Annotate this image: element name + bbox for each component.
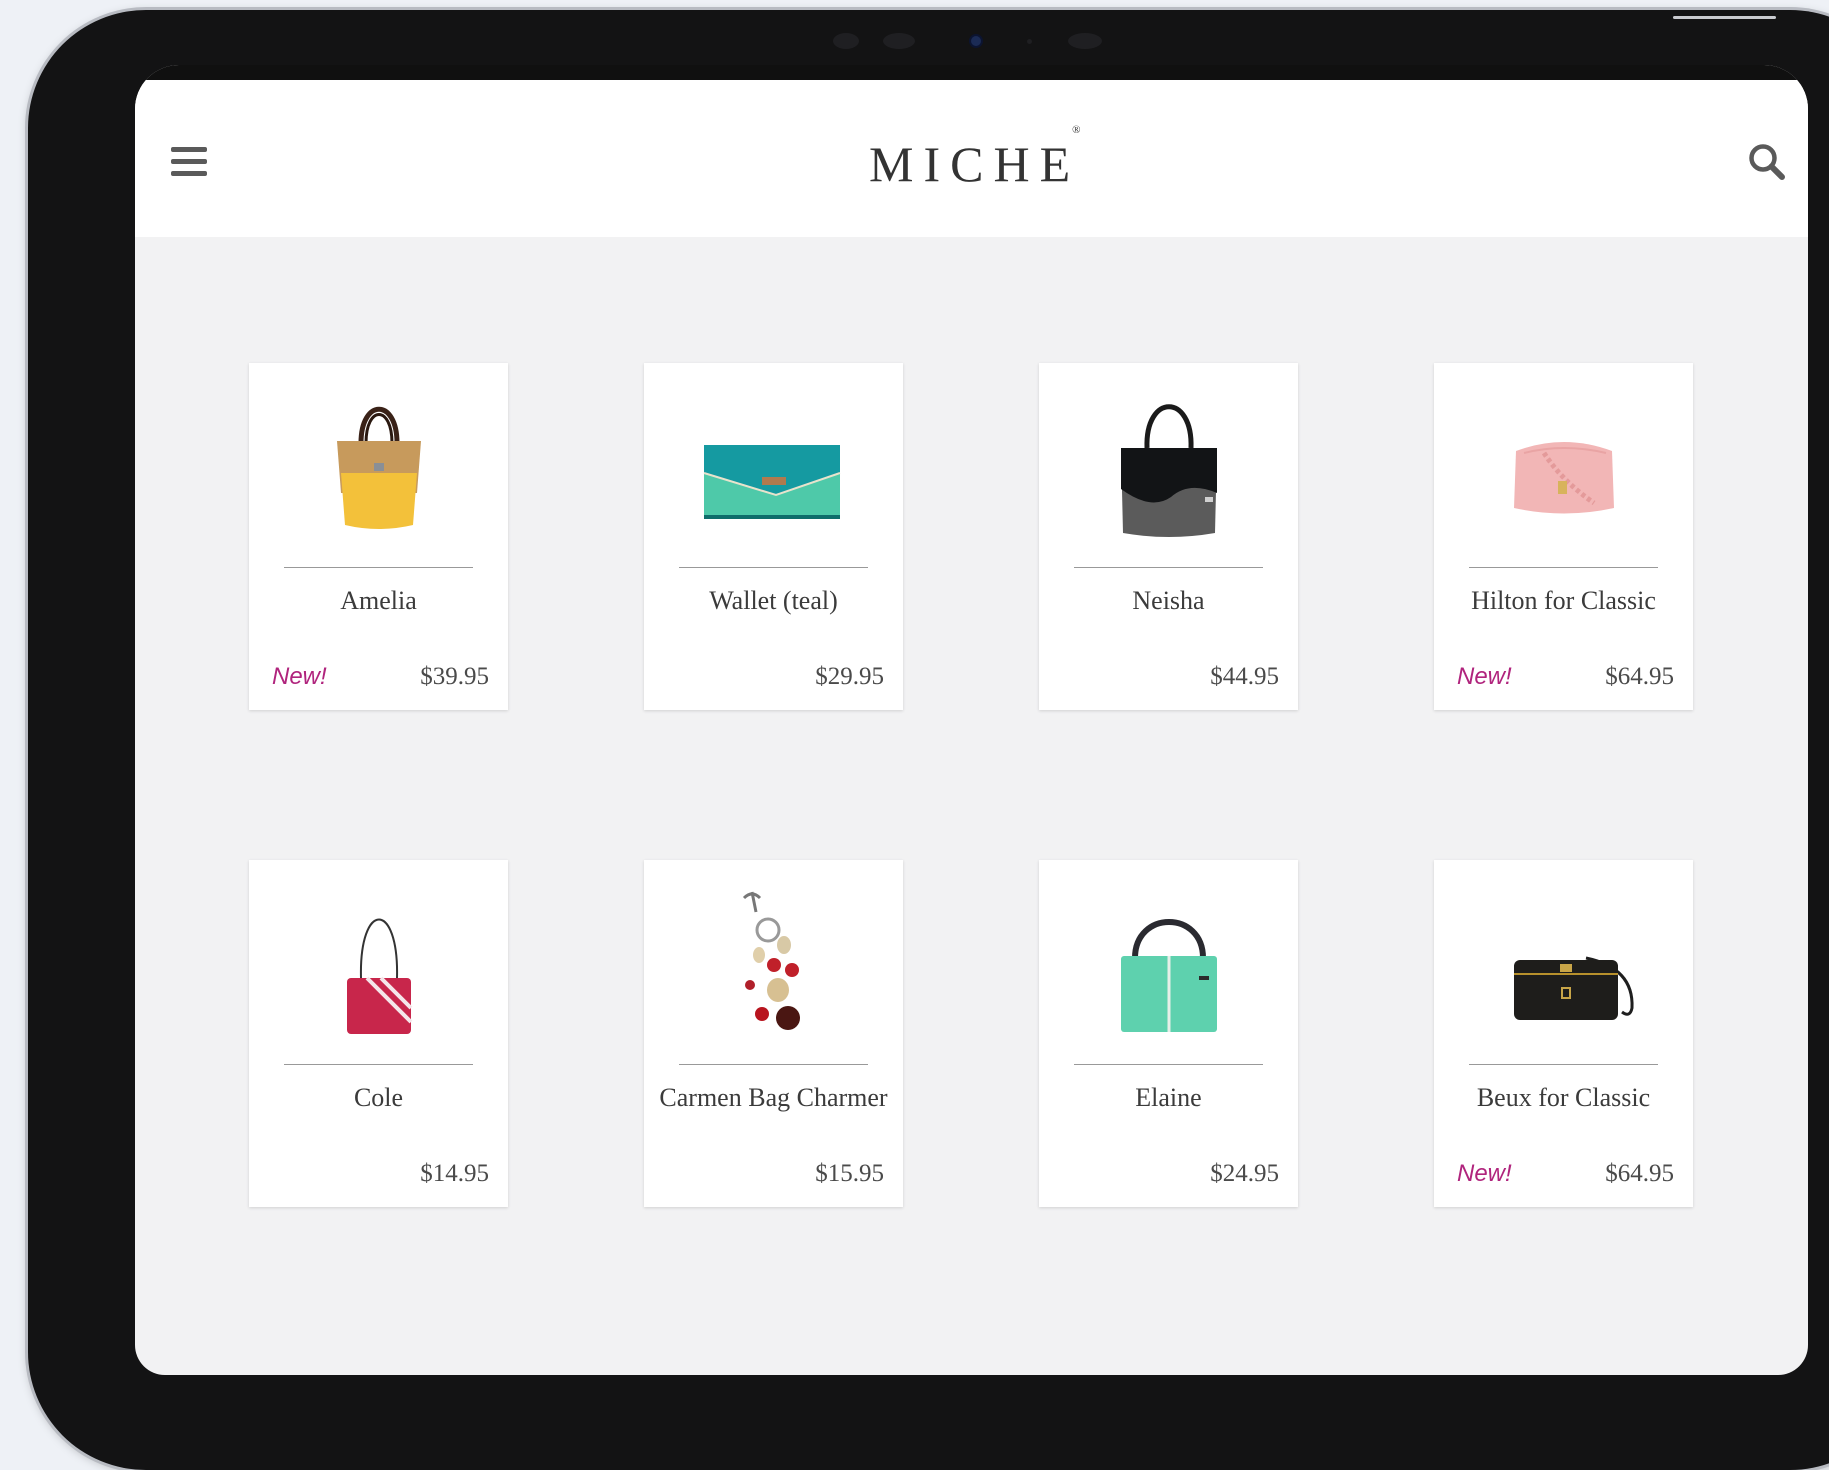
registered-mark: ® bbox=[1072, 124, 1081, 137]
product-image[interactable] bbox=[249, 860, 508, 1060]
product-name[interactable]: Amelia bbox=[254, 585, 503, 616]
product-image[interactable] bbox=[249, 363, 508, 563]
product-card[interactable]: Carmen Bag Charmer $15.95 bbox=[644, 860, 903, 1207]
handbag-teal-icon bbox=[1121, 919, 1217, 1032]
product-name[interactable]: Carmen Bag Charmer bbox=[649, 1082, 898, 1113]
product-card[interactable]: Beux for Classic New! $64.95 bbox=[1434, 860, 1693, 1207]
product-price: $39.95 bbox=[420, 663, 489, 690]
wallet-teal-icon bbox=[703, 445, 841, 519]
product-card[interactable]: Neisha $44.95 bbox=[1039, 363, 1298, 710]
card-divider bbox=[1469, 1064, 1658, 1065]
product-price: $64.95 bbox=[1605, 1160, 1674, 1187]
camera-bar bbox=[833, 30, 1118, 54]
app-header: MICHE® bbox=[135, 80, 1808, 237]
product-name[interactable]: Cole bbox=[254, 1082, 503, 1113]
new-badge: New! bbox=[272, 663, 327, 690]
app-screen: MICHE® Amelia New! $39.95 Wallet (teal) … bbox=[135, 65, 1808, 1375]
product-image[interactable] bbox=[1039, 860, 1298, 1060]
product-name[interactable]: Wallet (teal) bbox=[649, 585, 898, 616]
product-card[interactable]: Cole $14.95 bbox=[249, 860, 508, 1207]
bag-charm-icon bbox=[742, 891, 800, 1030]
card-divider bbox=[1469, 567, 1658, 568]
tablet-device-frame: MICHE® Amelia New! $39.95 Wallet (teal) … bbox=[28, 10, 1829, 1470]
sensor-dot bbox=[1068, 33, 1102, 49]
product-image[interactable] bbox=[1039, 363, 1298, 563]
sensor-dot bbox=[833, 33, 859, 49]
handbag-pink-icon bbox=[1514, 442, 1614, 514]
device-top-edge bbox=[1673, 16, 1776, 19]
product-price: $44.95 bbox=[1210, 663, 1279, 690]
product-image[interactable] bbox=[1434, 860, 1693, 1060]
product-card[interactable]: Hilton for Classic New! $64.95 bbox=[1434, 363, 1693, 710]
product-price: $64.95 bbox=[1605, 663, 1674, 690]
new-badge: New! bbox=[1457, 1160, 1512, 1187]
card-divider bbox=[679, 567, 868, 568]
product-name[interactable]: Elaine bbox=[1044, 1082, 1293, 1113]
card-divider bbox=[1074, 567, 1263, 568]
logo-text: MICHE bbox=[869, 136, 1081, 192]
product-price: $15.95 bbox=[815, 1160, 884, 1187]
handbag-black-gray-icon bbox=[1121, 404, 1217, 537]
tote-bag-yellow-icon bbox=[337, 406, 421, 529]
product-price: $24.95 bbox=[1210, 1160, 1279, 1187]
card-divider bbox=[679, 1064, 868, 1065]
search-icon[interactable] bbox=[1747, 142, 1787, 182]
brand-logo[interactable]: MICHE® bbox=[869, 124, 1088, 193]
shoulder-bag-red-striped-icon bbox=[347, 918, 413, 1034]
product-name[interactable]: Hilton for Classic bbox=[1439, 585, 1688, 616]
new-badge: New! bbox=[1457, 663, 1512, 690]
hamburger-menu-icon[interactable] bbox=[171, 147, 207, 177]
product-price: $14.95 bbox=[420, 1160, 489, 1187]
product-price: $29.95 bbox=[815, 663, 884, 690]
status-bar bbox=[135, 65, 1808, 80]
crossbody-bag-black-icon bbox=[1514, 956, 1634, 1020]
sensor-dot bbox=[1027, 39, 1032, 44]
sensor-dot bbox=[883, 33, 915, 49]
product-image[interactable] bbox=[644, 860, 903, 1060]
card-divider bbox=[1074, 1064, 1263, 1065]
product-card[interactable]: Amelia New! $39.95 bbox=[249, 363, 508, 710]
product-card[interactable]: Wallet (teal) $29.95 bbox=[644, 363, 903, 710]
product-card[interactable]: Elaine $24.95 bbox=[1039, 860, 1298, 1207]
camera-lens-icon bbox=[971, 36, 981, 46]
card-divider bbox=[284, 1064, 473, 1065]
product-image[interactable] bbox=[644, 363, 903, 563]
product-name[interactable]: Beux for Classic bbox=[1439, 1082, 1688, 1113]
product-name[interactable]: Neisha bbox=[1044, 585, 1293, 616]
product-image[interactable] bbox=[1434, 363, 1693, 563]
card-divider bbox=[284, 567, 473, 568]
